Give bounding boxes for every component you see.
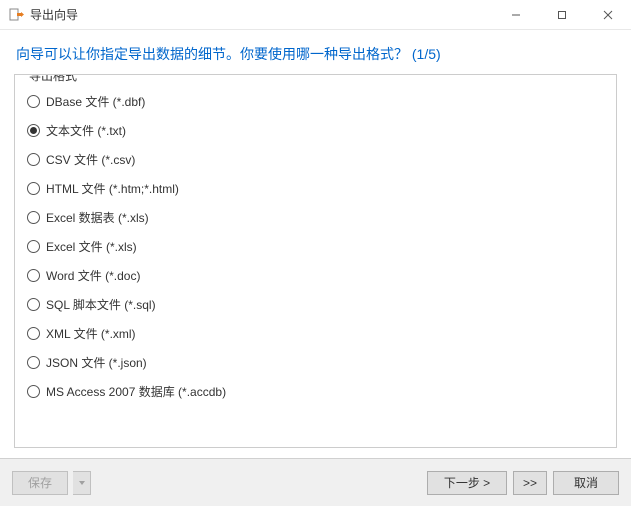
format-option-dbase[interactable]: DBase 文件 (*.dbf) (27, 93, 604, 110)
format-option-json[interactable]: JSON 文件 (*.json) (27, 354, 604, 371)
format-option-access[interactable]: MS Access 2007 数据库 (*.accdb) (27, 383, 604, 400)
content-area: 向导可以让你指定导出数据的细节。你要使用哪一种导出格式？ (1/5) 导出格式 … (0, 30, 631, 458)
chevron-down-icon (79, 481, 85, 485)
format-label: SQL 脚本文件 (*.sql) (46, 296, 156, 313)
format-label: CSV 文件 (*.csv) (46, 151, 135, 168)
radio-icon (27, 385, 40, 398)
export-wizard-icon (8, 7, 24, 23)
skip-forward-button[interactable]: >> (513, 471, 547, 495)
radio-icon (27, 124, 40, 137)
next-button[interactable]: 下一步 > (427, 471, 507, 495)
radio-icon (27, 327, 40, 340)
format-label: XML 文件 (*.xml) (46, 325, 136, 342)
wizard-footer: 保存 下一步 > >> 取消 (0, 458, 631, 506)
format-label: Excel 数据表 (*.xls) (46, 209, 149, 226)
titlebar: 导出向导 (0, 0, 631, 30)
save-dropdown-button[interactable] (73, 471, 91, 495)
format-label: 文本文件 (*.txt) (46, 122, 126, 139)
maximize-button[interactable] (539, 0, 585, 30)
format-label: JSON 文件 (*.json) (46, 354, 147, 371)
format-option-excel-sheet[interactable]: Excel 数据表 (*.xls) (27, 209, 604, 226)
format-label: DBase 文件 (*.dbf) (46, 93, 145, 110)
export-format-fieldset: 导出格式 DBase 文件 (*.dbf) 文本文件 (*.txt) CSV 文… (14, 74, 617, 448)
radio-icon (27, 95, 40, 108)
format-option-html[interactable]: HTML 文件 (*.htm;*.html) (27, 180, 604, 197)
radio-icon (27, 298, 40, 311)
window-controls (493, 0, 631, 30)
format-option-sql[interactable]: SQL 脚本文件 (*.sql) (27, 296, 604, 313)
format-label: HTML 文件 (*.htm;*.html) (46, 180, 179, 197)
format-label: MS Access 2007 数据库 (*.accdb) (46, 383, 226, 400)
close-button[interactable] (585, 0, 631, 30)
save-button[interactable]: 保存 (12, 471, 68, 495)
radio-icon (27, 211, 40, 224)
wizard-prompt: 向导可以让你指定导出数据的细节。你要使用哪一种导出格式？ (1/5) (0, 30, 631, 74)
format-option-csv[interactable]: CSV 文件 (*.csv) (27, 151, 604, 168)
main-panel: 导出格式 DBase 文件 (*.dbf) 文本文件 (*.txt) CSV 文… (0, 74, 631, 458)
format-label: Excel 文件 (*.xls) (46, 238, 137, 255)
minimize-button[interactable] (493, 0, 539, 30)
fieldset-legend: 导出格式 (25, 74, 81, 84)
radio-icon (27, 182, 40, 195)
format-radio-list: DBase 文件 (*.dbf) 文本文件 (*.txt) CSV 文件 (*.… (27, 89, 604, 400)
window-title: 导出向导 (30, 6, 493, 23)
radio-icon (27, 269, 40, 282)
format-option-text[interactable]: 文本文件 (*.txt) (27, 122, 604, 139)
format-option-word[interactable]: Word 文件 (*.doc) (27, 267, 604, 284)
format-label: Word 文件 (*.doc) (46, 267, 140, 284)
cancel-button[interactable]: 取消 (553, 471, 619, 495)
radio-icon (27, 356, 40, 369)
format-option-xml[interactable]: XML 文件 (*.xml) (27, 325, 604, 342)
format-option-excel-file[interactable]: Excel 文件 (*.xls) (27, 238, 604, 255)
radio-icon (27, 153, 40, 166)
radio-icon (27, 240, 40, 253)
